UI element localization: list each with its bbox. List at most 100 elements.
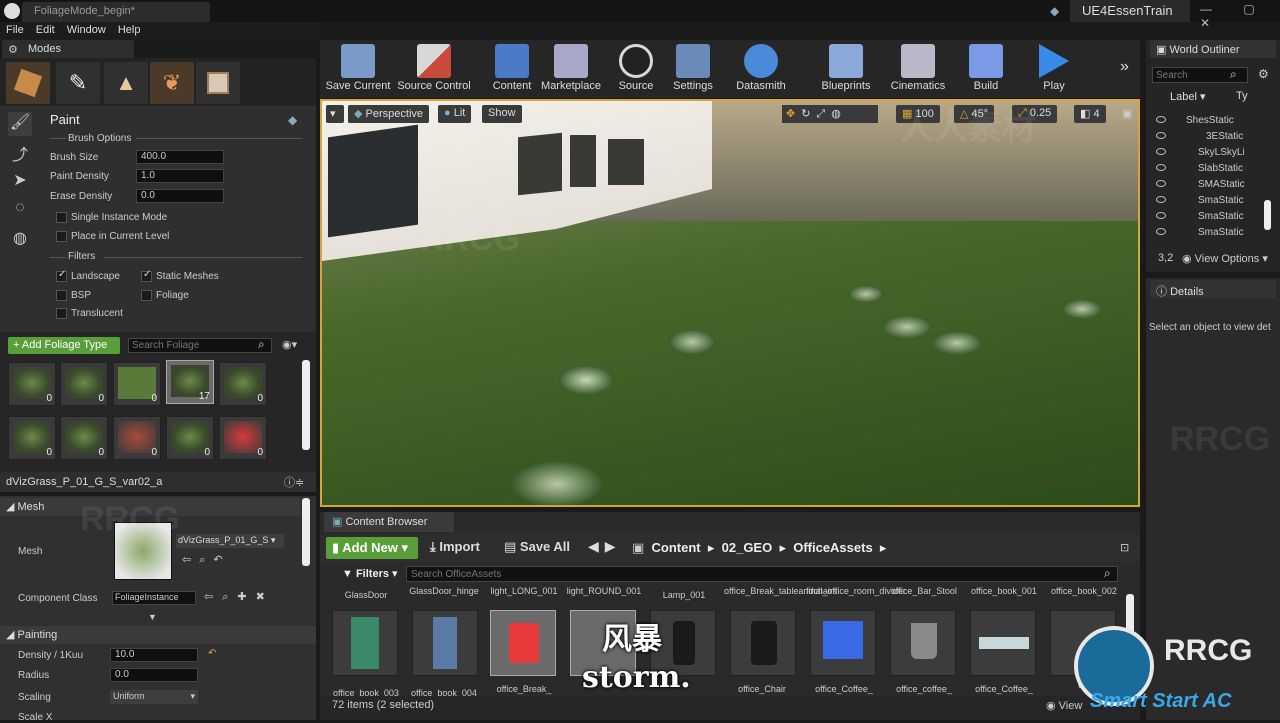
foliage-thumb[interactable]: 0 <box>219 362 267 406</box>
viewport-options-button[interactable]: ▾ <box>326 105 344 123</box>
foliage-thumb[interactable]: 0 <box>60 362 108 406</box>
save-all-button[interactable]: ▤ Save All <box>504 539 570 555</box>
foliage-checkbox[interactable] <box>141 290 152 301</box>
build-button[interactable]: Build <box>966 42 1006 96</box>
menu-window[interactable]: Window <box>61 22 112 38</box>
static-meshes-checkbox[interactable] <box>141 269 152 282</box>
menu-help[interactable]: Help <box>112 22 147 38</box>
reapply-tool-icon[interactable]: ⤴ <box>8 141 32 165</box>
reset-icon[interactable]: ↶ <box>208 648 216 659</box>
lit-button[interactable]: ● Lit <box>438 105 472 123</box>
place-current-level-checkbox[interactable] <box>56 231 67 242</box>
component-class-dropdown[interactable]: FoliageInstance <box>112 591 196 605</box>
eye-icon[interactable] <box>1156 164 1166 171</box>
component-class-actions[interactable]: ⇦⌕✚✖ <box>204 590 274 604</box>
foliage-thumb[interactable]: 0 <box>219 416 267 460</box>
breadcrumb-content[interactable]: Content <box>652 540 701 555</box>
foliage-thumb[interactable]: 0 <box>8 416 56 460</box>
lasso-tool-icon[interactable]: ◌ <box>8 199 32 223</box>
breadcrumb-02-geo[interactable]: 02_GEO <box>722 540 773 555</box>
content-browser-tab[interactable]: ▣ Content Browser <box>324 512 454 532</box>
view-options-button[interactable]: ◉ View <box>1046 699 1082 712</box>
foliage-scrollbar[interactable] <box>302 360 310 450</box>
breadcrumb-officeassets[interactable]: OfficeAssets <box>793 540 872 555</box>
outliner-row[interactable]: SMAStatic <box>1156 179 1245 190</box>
mesh-action-icons[interactable]: ⇦⌕↶ <box>182 553 231 567</box>
save-current-button[interactable]: Save Current <box>324 42 392 96</box>
foliage-thumb[interactable]: 0 <box>113 416 161 460</box>
asset-tile-glassdoor[interactable] <box>332 610 398 676</box>
density-field[interactable]: 10.0 <box>110 648 198 662</box>
asset-tile-light-long[interactable] <box>490 610 556 676</box>
search-foliage-input[interactable] <box>128 338 272 353</box>
content-button[interactable]: Content <box>486 42 538 96</box>
level-viewport[interactable] <box>320 99 1140 507</box>
outliner-col-type[interactable]: Ty <box>1236 90 1248 102</box>
camera-speed[interactable]: ◧ 4 <box>1074 105 1106 123</box>
eye-icon[interactable] <box>1156 196 1166 203</box>
landscape-mode-icon[interactable]: ▲ <box>104 62 148 104</box>
foliage-thumb[interactable]: 0 <box>8 362 56 406</box>
document-tab[interactable]: FoliageMode_begin* <box>22 2 210 22</box>
outliner-scrollbar[interactable] <box>1264 200 1271 230</box>
outliner-row[interactable]: SmaStatic <box>1156 227 1244 238</box>
foliage-thumb[interactable]: 0 <box>113 362 161 406</box>
pin-icon[interactable]: ◆ <box>1050 4 1059 18</box>
asset-tile-glassdoor-hinge[interactable] <box>412 610 478 676</box>
perspective-button[interactable]: ◆ Perspective <box>348 105 430 123</box>
mesh-scrollbar[interactable] <box>302 498 310 566</box>
toolbar-expand-icon[interactable]: » <box>1120 58 1129 76</box>
search-assets-input[interactable] <box>406 566 1118 582</box>
fill-tool-icon[interactable]: ◍ <box>8 228 32 252</box>
eye-icon[interactable] <box>1156 148 1166 155</box>
bookmark-icon[interactable]: ◆ <box>288 113 297 127</box>
modes-tab[interactable]: Modes <box>2 40 134 58</box>
eye-icon[interactable] <box>1156 212 1166 219</box>
outliner-row[interactable]: ShesStatic <box>1156 115 1234 126</box>
select-tool-icon[interactable]: ➤ <box>8 170 32 194</box>
brush-size-field[interactable]: 400.0 <box>136 150 224 164</box>
foliage-thumb[interactable]: 0 <box>166 416 214 460</box>
radius-field[interactable]: 0.0 <box>110 668 198 682</box>
collapse-arrow-icon[interactable]: ▼ <box>148 612 157 622</box>
lock-icon[interactable]: ⊡ <box>1120 541 1129 554</box>
asset-tile-book-001[interactable] <box>970 610 1036 676</box>
play-button[interactable]: Play <box>1034 42 1074 96</box>
maximize-viewport-icon[interactable]: ▣ <box>1122 107 1132 120</box>
import-button[interactable]: ⤓ Import <box>430 539 480 555</box>
add-new-button[interactable]: ▮ Add New ▾ <box>326 537 418 559</box>
outliner-settings-icon[interactable]: ⚙ <box>1258 67 1269 81</box>
outliner-row[interactable]: SlabStatic <box>1156 163 1243 174</box>
place-mode-icon[interactable] <box>6 62 50 104</box>
view-eye-icon[interactable]: ◉▾ <box>282 338 297 351</box>
datasmith-button[interactable]: Datasmith <box>732 42 790 96</box>
marketplace-button[interactable]: Marketplace <box>540 42 602 96</box>
window-controls[interactable]: — ▢ ✕ <box>1200 2 1280 30</box>
settings-button[interactable]: Settings <box>666 42 720 96</box>
paint-density-field[interactable]: 1.0 <box>136 169 224 183</box>
paint-tool-icon[interactable]: 🖌 <box>8 112 32 136</box>
menu-edit[interactable]: Edit <box>30 22 61 38</box>
outliner-row[interactable]: SmaStatic <box>1156 211 1244 222</box>
eye-icon[interactable] <box>1156 180 1166 187</box>
translucent-checkbox[interactable] <box>56 308 67 319</box>
landscape-checkbox[interactable] <box>56 269 67 282</box>
eye-icon[interactable] <box>1156 132 1166 139</box>
outliner-view-options[interactable]: ◉ View Options ▾ <box>1182 252 1268 265</box>
foliage-thumb-selected[interactable]: 17 <box>166 360 214 404</box>
info-icon[interactable]: ⓘ≑ <box>284 474 304 490</box>
transform-tools[interactable]: ✥↻⤢◍ <box>782 105 878 123</box>
foliage-mode-icon[interactable]: ❦ <box>150 62 194 104</box>
painting-section-header[interactable]: ◢ Painting <box>0 626 316 644</box>
world-outliner-tab[interactable]: ▣ World Outliner <box>1150 40 1276 58</box>
bsp-checkbox[interactable] <box>56 290 67 301</box>
filters-button[interactable]: ▼ Filters ▾ <box>342 567 398 580</box>
details-tab[interactable]: ⓘ Details <box>1150 280 1276 298</box>
source-button[interactable]: Source <box>612 42 660 96</box>
outliner-row[interactable]: SmaStatic <box>1156 195 1244 206</box>
add-foliage-type-button[interactable]: + Add Foliage Type <box>8 337 120 354</box>
eye-icon[interactable] <box>1156 228 1166 235</box>
menu-file[interactable]: File <box>0 22 30 38</box>
single-instance-checkbox[interactable] <box>56 212 67 223</box>
asset-tile-room-divider[interactable] <box>810 610 876 676</box>
